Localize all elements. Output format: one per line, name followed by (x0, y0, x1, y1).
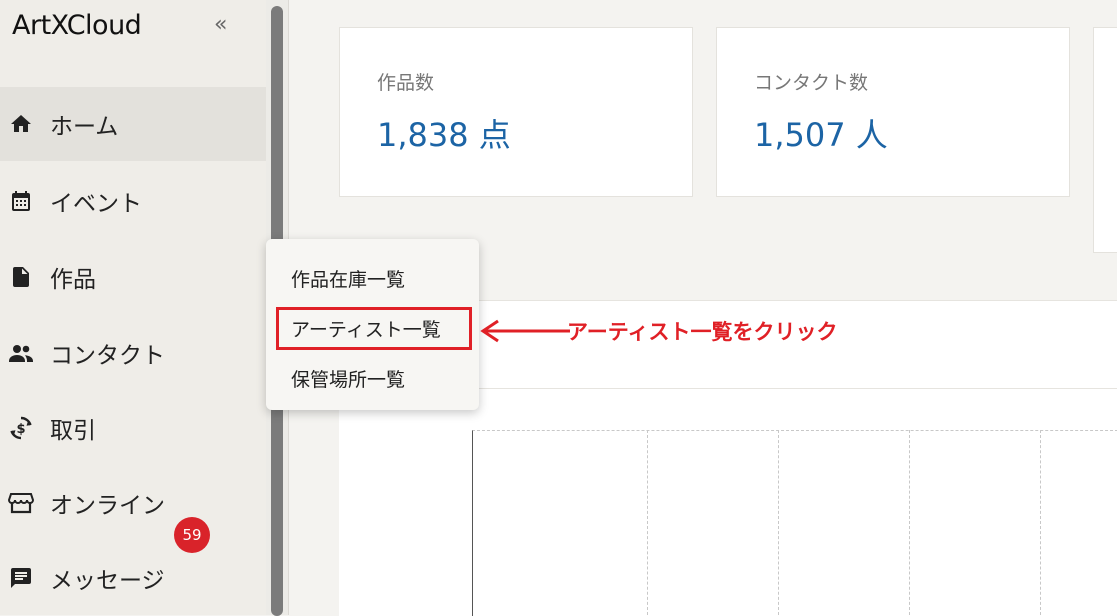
stat-card-partial (1093, 27, 1117, 253)
sidebar-item-label: オンライン (50, 493, 165, 519)
stat-card-contacts: コンタクト数 1,507 人 (716, 27, 1070, 197)
submenu-item-storage[interactable]: 保管場所一覧 (291, 365, 405, 392)
currency-exchange-icon: $ (8, 415, 34, 441)
sidebar-item-label: イベント (50, 191, 142, 217)
unread-count-badge: 59 (174, 517, 210, 553)
people-icon (8, 340, 34, 366)
sidebar-item-message[interactable]: メッセージ 59 (0, 517, 266, 615)
chart-gridline (778, 430, 779, 615)
sidebar-item-transaction[interactable]: $ 取引 (0, 391, 266, 465)
stat-label: コンタクト数 (754, 72, 869, 94)
stat-value: 1,507 人 (754, 116, 888, 154)
arrow-left-icon (480, 319, 570, 343)
sidebar-item-label: ホーム (50, 114, 119, 140)
annotation-text: アーティスト一覧をクリック (567, 320, 838, 344)
calendar-icon (8, 188, 34, 214)
sidebar-item-label: コンタクト (50, 343, 165, 369)
svg-text:$: $ (16, 422, 25, 437)
message-icon (8, 565, 34, 591)
home-icon (8, 111, 34, 137)
storefront-icon (8, 490, 34, 516)
sidebar-item-works[interactable]: 作品 (0, 240, 266, 314)
app-logo[interactable]: ArtXCloud (12, 10, 142, 41)
sidebar-item-home[interactable]: ホーム (0, 87, 266, 161)
stat-card-works: 作品数 1,838 点 (339, 27, 693, 197)
sidebar-item-label: 取引 (50, 418, 96, 444)
sidebar: ArtXCloud « ホーム イベント 作品 コンタクト $ 取引 オンライン… (0, 0, 266, 615)
sidebar-item-contact[interactable]: コンタクト (0, 316, 266, 390)
submenu-item-inventory[interactable]: 作品在庫一覧 (291, 265, 405, 292)
sidebar-item-label: メッセージ (50, 568, 165, 594)
chart-gridline (1040, 430, 1041, 615)
stat-value: 1,838 点 (377, 116, 511, 154)
highlight-box (276, 307, 472, 350)
sidebar-item-event[interactable]: イベント (0, 164, 266, 238)
sidebar-item-label: 作品 (50, 267, 96, 293)
chart-gridline (909, 430, 910, 615)
stat-label: 作品数 (377, 72, 435, 94)
chart-gridline (647, 430, 648, 615)
collapse-sidebar-icon[interactable]: « (214, 12, 227, 37)
chart-plot-area (472, 430, 1117, 616)
sidebar-item-online[interactable]: オンライン (0, 466, 266, 540)
document-icon (8, 264, 34, 290)
